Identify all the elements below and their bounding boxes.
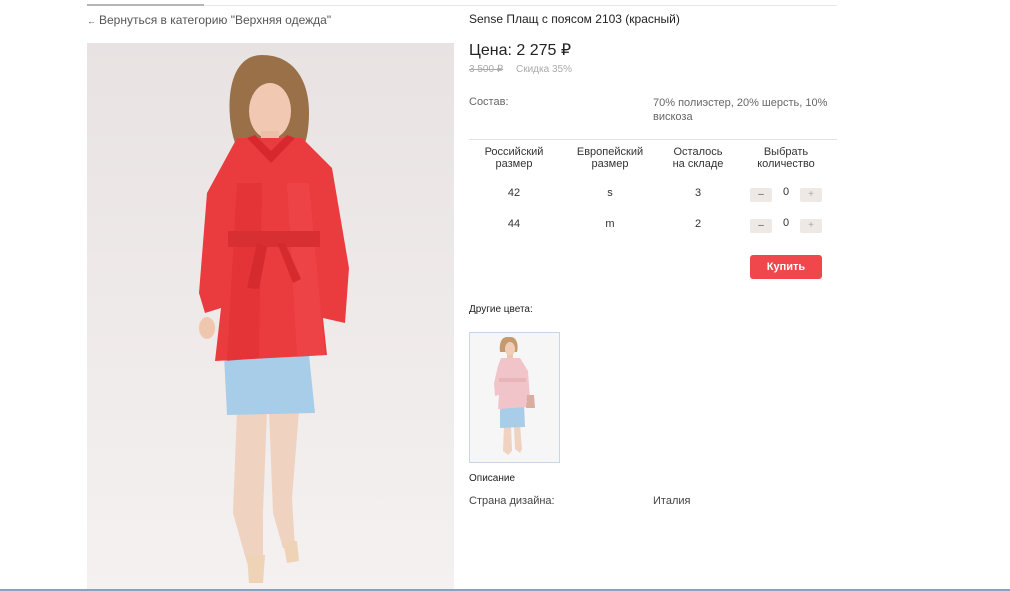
column-header-quantity: Выбрать количество <box>746 146 826 170</box>
table-cell-ru-size: 44 <box>507 218 521 230</box>
table-cell-stock: 3 <box>694 187 702 199</box>
description-title: Описание <box>469 473 516 484</box>
table-cell-stock: 2 <box>694 218 702 230</box>
product-title: Sense Плащ с поясом 2103 (красный) <box>469 12 680 26</box>
column-header-line: размер <box>495 158 533 170</box>
table-cell-ru-size: 42 <box>507 187 521 199</box>
quantity-plus-button[interactable]: + <box>800 219 822 233</box>
column-header-line: Осталось <box>673 146 723 158</box>
column-header-eu-size: Европейский размер <box>566 146 654 170</box>
buy-button[interactable]: Купить <box>750 255 822 279</box>
current-price: Цена: 2 275 ₽ <box>469 42 572 59</box>
top-divider-accent <box>87 4 204 6</box>
quantity-minus-button[interactable]: – <box>750 188 772 202</box>
discount-label: Скидка 35% <box>516 64 572 75</box>
table-cell-eu-size: s <box>607 187 613 199</box>
column-header-ru-size: Российский размер <box>474 146 554 170</box>
column-header-stock: Осталось на складе <box>664 146 732 170</box>
old-price: 3 500 ₽ <box>469 64 504 75</box>
column-header-line: Выбрать <box>763 146 809 158</box>
column-header-line: количество <box>757 158 815 170</box>
table-divider <box>469 139 837 140</box>
back-link-label: Вернуться в категорию "Верхняя одежда" <box>99 13 332 27</box>
column-header-line: Европейский <box>576 146 644 158</box>
table-cell-eu-size: m <box>605 218 615 230</box>
back-to-category-link[interactable]: ← Вернуться в категорию "Верхняя одежда" <box>87 13 331 27</box>
quantity-minus-button[interactable]: – <box>750 219 772 233</box>
column-header-line: Российский <box>484 146 544 158</box>
quantity-plus-button[interactable]: + <box>800 188 822 202</box>
back-arrow-icon: ← <box>87 16 96 26</box>
country-value: Италия <box>653 495 691 507</box>
composition-label: Состав: <box>469 96 509 108</box>
product-photo <box>87 43 454 591</box>
other-color-thumbnail[interactable] <box>469 332 560 463</box>
quantity-value: 0 <box>782 217 790 229</box>
country-label: Страна дизайна: <box>469 495 555 507</box>
quantity-value: 0 <box>782 186 790 198</box>
composition-value: 70% полиэстер, 20% шерсть, 10% вискоза <box>653 97 828 123</box>
column-header-line: размер <box>591 158 629 170</box>
column-header-line: на складе <box>672 158 724 170</box>
other-colors-label: Другие цвета: <box>469 304 533 315</box>
